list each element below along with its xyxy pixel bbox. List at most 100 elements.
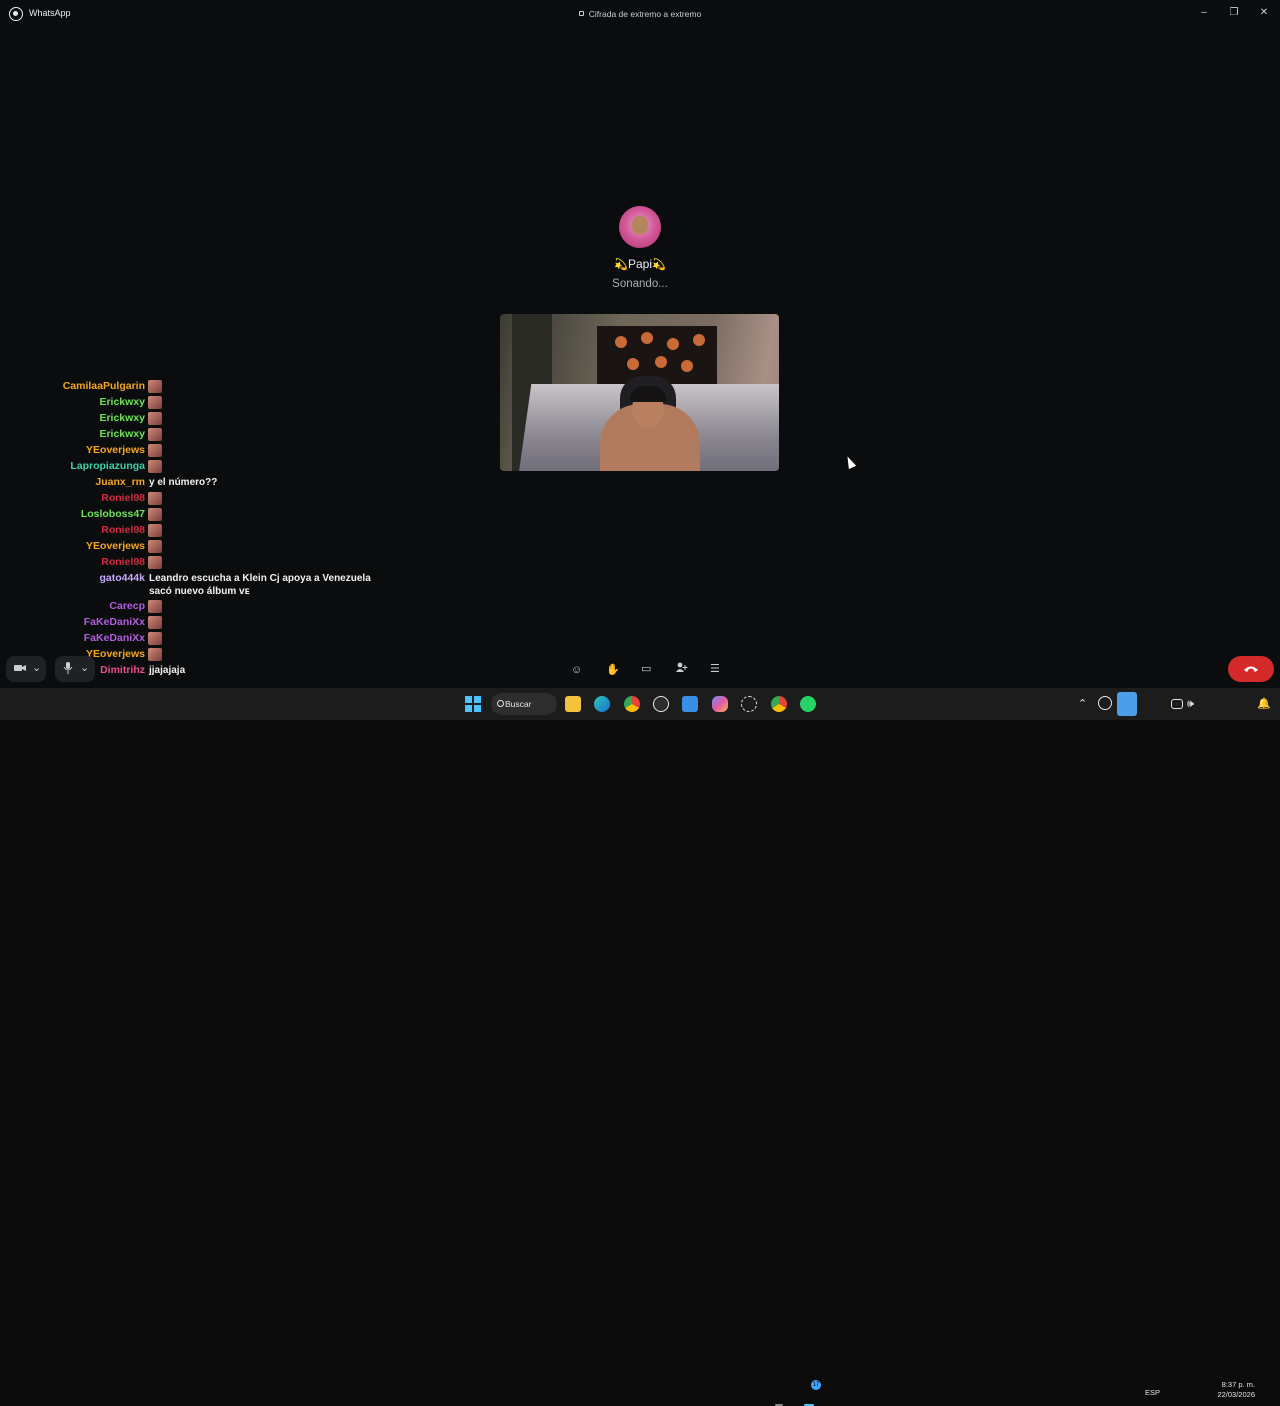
contact-name: 💫Papi💫: [0, 257, 1280, 271]
chat-username: Roniel98: [101, 524, 145, 536]
chat-user-badge-icon: [148, 396, 162, 409]
clock-date: 22/03/2026: [1217, 1390, 1255, 1399]
chat-user-badge-icon: [148, 600, 162, 613]
mouse-cursor-icon: [843, 454, 857, 470]
chat-message-text: sacó nuevo álbum ᴠᴇ: [149, 586, 250, 597]
chat-username: CamilaaPulgarin: [62, 380, 145, 392]
windows-taskbar: Buscar 17 ⌃ ESP 🕪 8:37 p. m. 22/03/2026 …: [0, 688, 1280, 1406]
edge-browser-icon[interactable]: [594, 696, 610, 712]
sync-icon[interactable]: [1098, 696, 1112, 710]
chat-username: Roniel98: [101, 556, 145, 568]
chat-message: YEoverjews: [0, 442, 420, 458]
sparkle-icon: 💫: [652, 259, 666, 271]
chat-username: Erickwxy: [99, 428, 145, 440]
microphone-toggle-button[interactable]: ⌄: [55, 656, 95, 682]
chat-user-badge-icon: [148, 556, 162, 569]
chat-username: Lapropiazunga: [70, 460, 145, 472]
volume-icon[interactable]: 🕪: [1187, 697, 1194, 711]
copilot-icon[interactable]: [712, 696, 728, 712]
chat-user-badge-icon: [148, 616, 162, 629]
chat-user-badge-icon: [148, 524, 162, 537]
chevron-down-icon[interactable]: ⌄: [80, 661, 89, 675]
chat-message: FaKeDaniXx: [0, 630, 420, 646]
chat-message: Erickwxy: [0, 426, 420, 442]
windows-start-icon[interactable]: [465, 696, 481, 712]
more-options-button[interactable]: ☰: [710, 662, 720, 676]
chat-user-badge-icon: [148, 508, 162, 521]
encryption-notice: Cifrada de extremo a extremo: [0, 9, 1280, 19]
minimize-button[interactable]: –: [1194, 4, 1214, 22]
call-controls: ⌄ ⌄ ☺ ✋ ▭ ☰: [0, 652, 1280, 688]
chrome-profile-icon[interactable]: [771, 696, 787, 712]
chat-user-badge-icon: [148, 428, 162, 441]
chat-message: FaKeDaniXx: [0, 614, 420, 630]
chat-message-text: Leandro escucha a Klein Cj apoya a Venez…: [149, 573, 371, 584]
chat-user-badge-icon: [148, 412, 162, 425]
chat-message: Roniel98: [0, 490, 420, 506]
network-icon[interactable]: [1171, 699, 1183, 709]
video-person: [630, 386, 666, 402]
chat-message: Losloboss47: [0, 506, 420, 522]
microphone-icon: [63, 662, 73, 678]
contact-avatar: [619, 206, 661, 248]
whatsapp-unread-badge: 17: [811, 1380, 821, 1390]
chat-message: Lapropiazunga: [0, 458, 420, 474]
chat-message: Erickwxy: [0, 394, 420, 410]
camera-toggle-button[interactable]: ⌄: [6, 656, 46, 682]
add-participant-button[interactable]: [676, 662, 688, 678]
whatsapp-window: WhatsApp Cifrada de extremo a extremo – …: [0, 0, 1280, 688]
xbox-icon[interactable]: [653, 696, 669, 712]
chat-username: Roniel98: [101, 492, 145, 504]
end-call-button[interactable]: [1228, 656, 1274, 682]
close-button[interactable]: ✕: [1254, 4, 1274, 22]
chat-user-badge-icon: [148, 492, 162, 505]
chat-message-text: y el número??: [149, 477, 218, 488]
raise-hand-button[interactable]: ✋: [606, 663, 620, 677]
emoji-reaction-button[interactable]: ☺: [571, 663, 582, 677]
obs-icon[interactable]: [741, 696, 757, 712]
chrome-icon[interactable]: [624, 696, 640, 712]
system-clock[interactable]: 8:37 p. m. 22/03/2026: [1205, 1380, 1255, 1400]
taskbar-search[interactable]: Buscar: [491, 693, 557, 715]
call-status: Sonando...: [612, 278, 668, 290]
callee-info: 💫Papi💫 Sonando...: [0, 206, 1280, 290]
lock-icon: [578, 11, 584, 16]
chat-username: Losloboss47: [80, 508, 145, 520]
title-bar: WhatsApp Cifrada de extremo a extremo – …: [0, 0, 1280, 28]
chat-username: YEoverjews: [86, 540, 145, 552]
chat-user-badge-icon: [148, 444, 162, 457]
chat-username: FaKeDaniXx: [83, 632, 145, 644]
video-camera-icon: [14, 662, 26, 678]
chat-username: Juanx_rm: [95, 476, 145, 488]
chat-message: Roniel98: [0, 522, 420, 538]
search-icon: [497, 700, 504, 707]
chat-username: FaKeDaniXx: [83, 616, 145, 628]
self-video-preview: [500, 314, 779, 471]
notifications-bell-icon[interactable]: 🔔: [1257, 697, 1271, 711]
chat-message: YEoverjews: [0, 538, 420, 554]
sparkle-icon: 💫: [614, 259, 628, 271]
chat-username: Erickwxy: [99, 396, 145, 408]
chat-message: Roniel98: [0, 554, 420, 570]
file-explorer-icon[interactable]: [565, 696, 581, 712]
phone-hangup-icon: [1243, 661, 1259, 677]
contact-name-text: Papi: [627, 257, 653, 271]
chat-username: YEoverjews: [86, 444, 145, 456]
search-label: Buscar: [505, 699, 532, 709]
language-indicator[interactable]: ESP: [1145, 1388, 1160, 1397]
maximize-button[interactable]: ❐: [1224, 4, 1244, 22]
chat-message: Juanx_rm y el número??: [0, 474, 420, 490]
chevron-down-icon[interactable]: ⌄: [32, 661, 41, 675]
show-hidden-icons-button[interactable]: ⌃: [1078, 697, 1087, 711]
photos-icon[interactable]: [682, 696, 698, 712]
chat-username: Erickwxy: [99, 412, 145, 424]
chat-message: Erickwxy: [0, 410, 420, 426]
microphone-in-use-icon[interactable]: [1117, 692, 1137, 716]
encryption-text: Cifrada de extremo a extremo: [588, 9, 702, 19]
whatsapp-taskbar-icon[interactable]: [800, 696, 816, 712]
chat-user-badge-icon: [148, 460, 162, 473]
chat-username: Carecp: [109, 600, 145, 612]
chat-message: gato444k Leandro escucha a Klein Cj apoya…: [0, 570, 420, 597]
chat-username: gato444k: [99, 572, 145, 584]
screen-share-button[interactable]: ▭: [641, 662, 651, 676]
